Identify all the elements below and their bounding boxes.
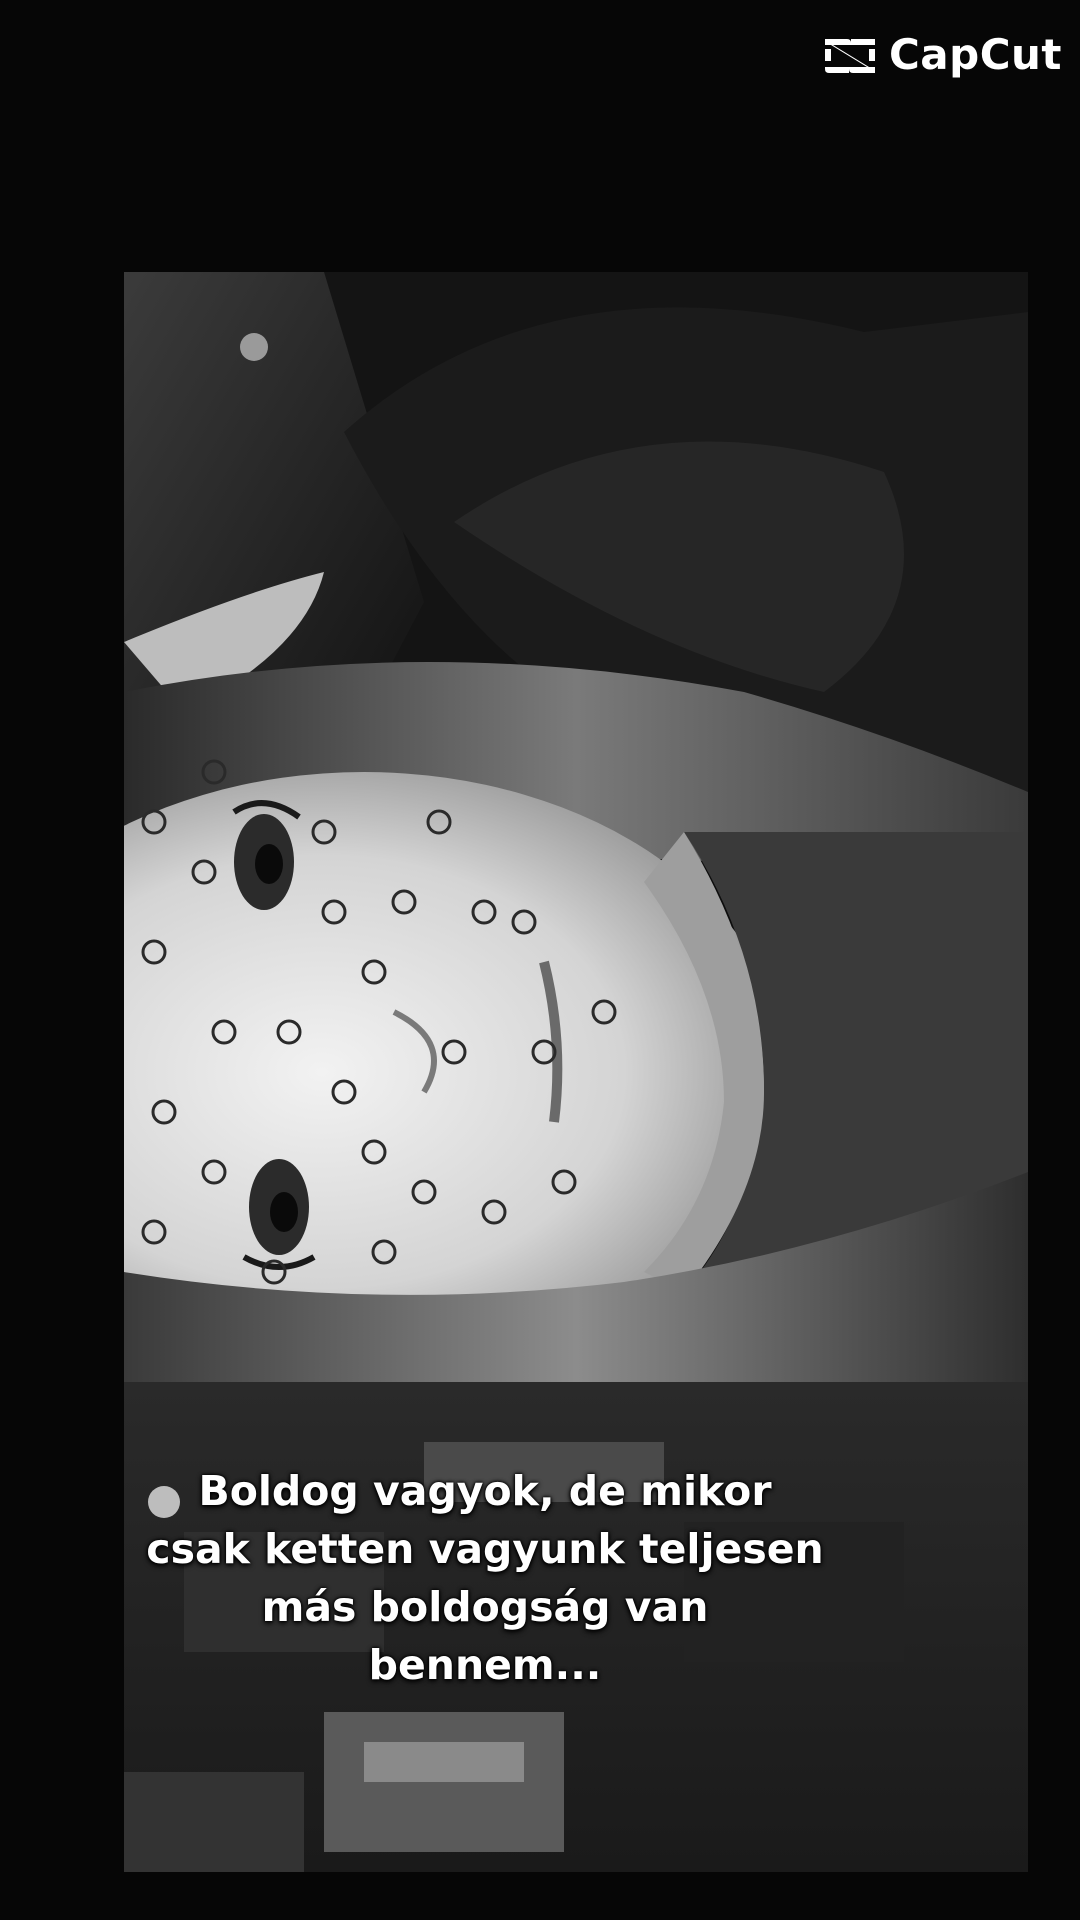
capcut-logo-icon <box>821 33 879 77</box>
caption-line-3: más boldogság van <box>261 1583 709 1631</box>
video-screen[interactable]: CapCut Boldog vagyok, de mikor csak kett… <box>0 0 1080 1920</box>
caption-line-1: Boldog vagyok, de mikor <box>198 1467 772 1515</box>
capcut-wordmark: CapCut <box>888 30 1062 79</box>
caption-line-4: bennem... <box>368 1641 602 1689</box>
subtitle-caption: Boldog vagyok, de mikor csak ketten vagy… <box>110 1462 860 1694</box>
capcut-watermark: CapCut <box>821 30 1062 79</box>
caption-line-2: csak ketten vagyunk teljesen <box>146 1525 824 1573</box>
